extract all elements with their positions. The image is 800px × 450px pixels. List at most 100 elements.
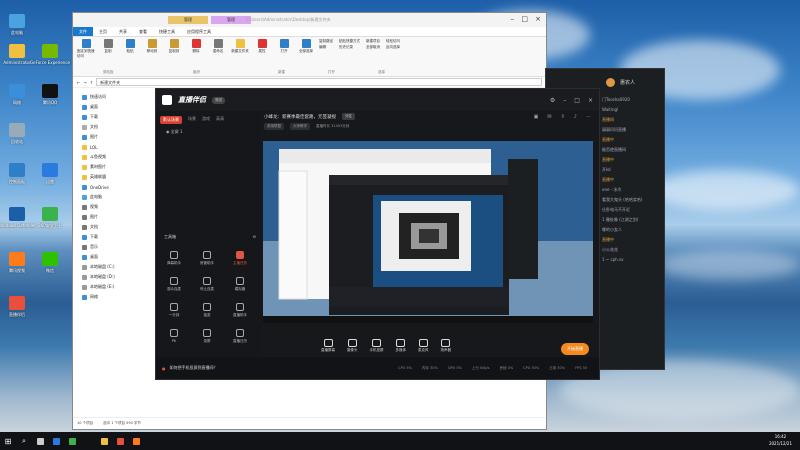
ribbon-button[interactable]: 复制 xyxy=(99,39,117,74)
toolbox-item[interactable]: PK xyxy=(162,329,186,343)
taskbar-app-task-view[interactable] xyxy=(32,432,48,450)
toolbox-item[interactable]: 停止连麦 xyxy=(195,277,219,292)
nav-item[interactable]: 斗鱼视频 xyxy=(73,152,148,162)
search-icon[interactable]: ⌕ xyxy=(16,432,32,450)
ribbon-tab[interactable]: 共享 xyxy=(113,27,133,36)
up-icon[interactable]: ↑ xyxy=(90,80,93,85)
forward-icon[interactable]: → xyxy=(83,80,86,85)
taskbar-app-explorer[interactable] xyxy=(96,432,112,450)
desktop-icon[interactable]: 360安全卫士 xyxy=(35,207,65,237)
back-icon[interactable]: ← xyxy=(77,80,80,85)
stream-title[interactable]: 小峰龙：新赛季最佳套路，元芸凝视 xyxy=(264,114,336,120)
nav-item[interactable]: 网络 xyxy=(73,292,148,302)
taskbar-app-360[interactable] xyxy=(64,432,80,450)
toolbox-item[interactable]: 模拟器 xyxy=(228,277,252,292)
taskbar-app-edge[interactable] xyxy=(48,432,64,450)
ribbon-button[interactable]: 粘贴 xyxy=(121,39,139,74)
desktop-icon[interactable]: 直播伴侣 xyxy=(2,296,32,326)
bell-icon[interactable]: ♪ xyxy=(574,114,577,120)
desktop-icon[interactable]: 此电脑 xyxy=(2,14,32,44)
category-tag[interactable]: 分区 xyxy=(342,113,355,120)
toolbox-collapse-icon[interactable]: ⊖ xyxy=(253,234,256,240)
source-button[interactable]: 摄像头 xyxy=(347,339,358,353)
start-live-button[interactable]: 开始直播 xyxy=(561,343,589,355)
taskbar-app-live-companion[interactable] xyxy=(112,432,128,450)
nav-item[interactable]: 文档 xyxy=(73,222,148,232)
toolbox-item[interactable]: 直播日历 xyxy=(228,329,252,344)
nav-item[interactable]: 本地磁盘 (E:) xyxy=(73,282,148,292)
nav-item[interactable]: 本地磁盘 (C:) xyxy=(73,262,148,272)
ribbon-small-button[interactable]: 反向选择 xyxy=(386,45,400,50)
ribbon-button[interactable]: 全部选择 xyxy=(297,39,315,74)
toolbox-item[interactable]: 录屏 xyxy=(195,329,219,344)
screenshot-icon[interactable]: ▣ xyxy=(534,114,539,120)
ribbon-button[interactable]: 移动到 xyxy=(143,39,161,74)
source-button[interactable]: 多媒体 xyxy=(396,339,406,353)
nav-item[interactable]: 此电脑 xyxy=(73,192,148,202)
toolbox-item[interactable]: 抽奖 xyxy=(195,303,219,318)
desktop-icon[interactable]: 腾讯视频 xyxy=(2,252,32,282)
ribbon-small-button[interactable]: 新建项目 xyxy=(366,39,380,44)
nav-item[interactable]: 文档 xyxy=(73,122,148,132)
minimize-icon[interactable]: – xyxy=(511,15,515,24)
nav-item[interactable]: 本地磁盘 (D:) xyxy=(73,272,148,282)
clock[interactable]: 16:42 2021/12/21 xyxy=(769,433,792,447)
desktop-icon[interactable]: 控制面板 xyxy=(2,163,32,193)
ribbon-button[interactable]: 新建文件夹 xyxy=(231,39,249,74)
ribbon-small-button[interactable]: 复制路径 xyxy=(319,39,333,44)
ribbon-button[interactable]: 重命名 xyxy=(209,39,227,74)
toolbox-item[interactable]: 弹幕助手 xyxy=(162,251,186,266)
nav-item[interactable]: 下载 xyxy=(73,232,148,242)
ribbon-button[interactable]: 属性 xyxy=(253,39,271,74)
ribbon-button[interactable]: 打开 xyxy=(275,39,293,74)
ribbon-small-button[interactable]: 历史记录 xyxy=(339,45,360,50)
source-button[interactable]: 手机投屏 xyxy=(370,339,384,353)
desktop-icon[interactable]: Windows Defender xyxy=(0,207,36,237)
desktop-icon[interactable]: 网络 xyxy=(2,84,32,114)
ribbon-tab[interactable]: 应用程序工具 xyxy=(181,27,217,36)
source-button[interactable]: 扬声器 xyxy=(441,339,451,353)
nav-item[interactable]: LOL xyxy=(73,142,148,152)
maximize-icon[interactable]: □ xyxy=(574,97,580,104)
address-input[interactable]: 新建文件夹 xyxy=(96,78,542,86)
ctx-tab-manage-1[interactable]: 管理 xyxy=(168,16,208,24)
ribbon-tab[interactable]: 主页 xyxy=(93,27,113,36)
scene-tab[interactable]: 高清 xyxy=(216,116,224,124)
maximize-icon[interactable]: □ xyxy=(521,15,528,24)
live-companion-window[interactable]: 直播伴侣 测试 ⚙ – □ × 默认场景 场景 游戏 高清 ◉ 全屏 1 工具箱 ⊖ … xyxy=(155,88,600,380)
share-icon[interactable]: ⇪ xyxy=(561,114,565,120)
toolbox-item[interactable]: 主播任务 xyxy=(228,251,252,266)
desktop-icon[interactable]: 腾讯QQ xyxy=(35,84,65,114)
ribbon-button[interactable]: 删除 xyxy=(187,39,205,74)
taskbar-app-app[interactable] xyxy=(128,432,144,450)
toolbox-item[interactable]: 房管助手 xyxy=(195,251,219,266)
ribbon-small-button[interactable]: 编辑 xyxy=(319,45,333,50)
ribbon-small-button[interactable]: 粘贴快捷方式 xyxy=(339,39,360,44)
taskbar-app-douyin[interactable] xyxy=(80,432,96,450)
explorer-titlebar[interactable]: 管理 管理 C:\Users\Administrator\Desktop\新建文… xyxy=(73,13,546,27)
tag-type[interactable]: 大师教学 xyxy=(290,123,310,130)
desktop-icon[interactable]: 回收站 xyxy=(2,123,32,153)
windows-start-icon[interactable]: ⊞ xyxy=(0,432,16,450)
ribbon-tab[interactable]: 快捷工具 xyxy=(153,27,181,36)
toolbox-item[interactable]: 直播助手 xyxy=(228,303,252,318)
nav-item[interactable]: 音乐 xyxy=(73,242,148,252)
nav-item[interactable]: 下载 xyxy=(73,112,148,122)
tag-game[interactable]: 英雄联盟 xyxy=(264,123,284,130)
nav-item[interactable]: 视频 xyxy=(73,202,148,212)
footer-tip[interactable]: 如何把手机投屏到直播间？ xyxy=(170,365,218,371)
scene-tab[interactable]: 游戏 xyxy=(202,116,210,124)
ribbon-tab[interactable]: 文件 xyxy=(73,27,93,36)
minimize-icon[interactable]: – xyxy=(563,97,566,104)
desktop-icon[interactable]: 微信 xyxy=(35,252,65,282)
nav-item[interactable]: 图片 xyxy=(73,132,148,142)
scene-tab[interactable]: 默认场景 xyxy=(160,116,182,124)
ribbon-button[interactable]: 固定到快速访问 xyxy=(77,39,95,74)
nav-item[interactable]: 英雄联盟 xyxy=(73,172,148,182)
scene-item[interactable]: ◉ 全屏 1 xyxy=(156,129,261,135)
nav-item[interactable]: 素材图片 xyxy=(73,162,148,172)
source-button[interactable]: 直播屏幕 xyxy=(321,339,335,353)
desktop-icon[interactable]: Administrator xyxy=(2,44,32,74)
gift-icon[interactable]: ✉ xyxy=(547,114,551,120)
scene-tab[interactable]: 场景 xyxy=(188,116,196,124)
